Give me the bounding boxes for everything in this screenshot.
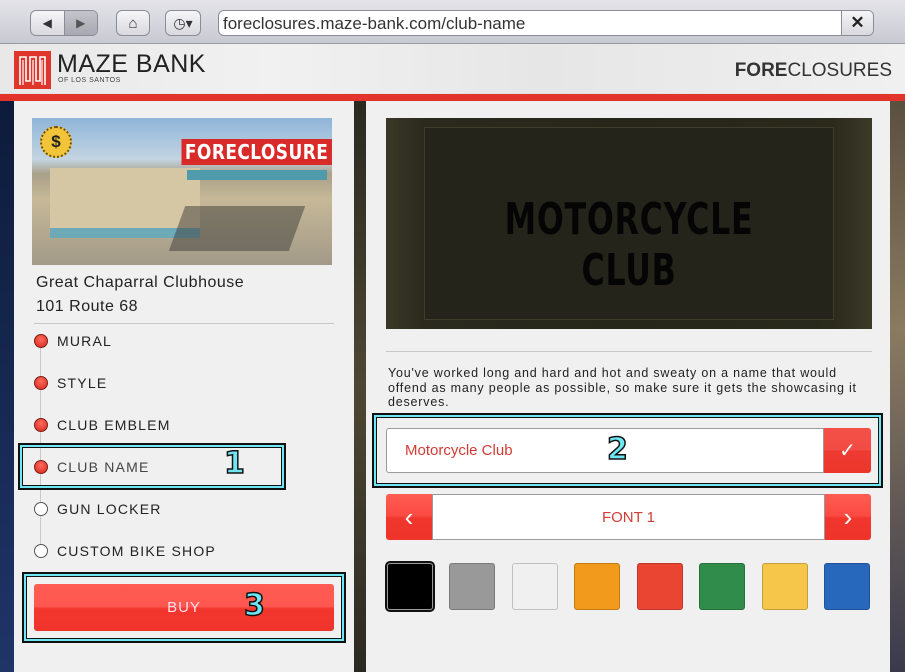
chevron-left-icon: ‹: [404, 501, 414, 532]
annotation-number-3: 3: [243, 587, 265, 624]
step-incomplete-icon: [34, 502, 48, 516]
maze-bank-logo-icon[interactable]: [14, 51, 51, 89]
home-icon: ⌂: [128, 14, 138, 32]
color-swatch-red[interactable]: [637, 563, 683, 610]
dollar-badge-icon: $: [40, 126, 72, 158]
home-button[interactable]: ⌂: [116, 10, 150, 36]
color-swatch-green[interactable]: [699, 563, 745, 610]
nav-buttons: ◀ ▶: [30, 10, 98, 36]
color-swatch-blue[interactable]: [824, 563, 870, 610]
header-accent-bar: [0, 94, 905, 101]
step-gun-locker[interactable]: GUN LOCKER: [34, 496, 162, 522]
annotation-number-1: 1: [223, 445, 245, 482]
chevron-right-icon: ›: [843, 501, 853, 532]
section-title-bold: FORE: [734, 60, 788, 81]
color-swatch-black[interactable]: [385, 561, 435, 612]
photo-canopy: [187, 170, 327, 180]
preview-text: MOTORCYCLE CLUB: [504, 194, 754, 296]
step-custom-bike-shop[interactable]: CUSTOM BIKE SHOP: [34, 538, 216, 564]
color-swatch-gray[interactable]: [449, 563, 495, 610]
step-complete-icon: [34, 376, 48, 390]
annotation-box-1: [18, 443, 286, 490]
color-swatch-white[interactable]: [512, 563, 558, 610]
color-swatches: [385, 561, 872, 612]
font-next-button[interactable]: ›: [825, 494, 871, 540]
step-label: MURAL: [57, 333, 113, 349]
back-arrow-icon: ◀: [42, 16, 52, 30]
foreclosure-stamp: FORECLOSURE: [181, 139, 332, 165]
step-complete-icon: [34, 334, 48, 348]
url-text[interactable]: foreclosures.maze-bank.com/club-name: [223, 14, 525, 34]
step-label: CUSTOM BIKE SHOP: [57, 543, 216, 559]
divider: [386, 351, 872, 352]
annotation-number-2: 2: [606, 431, 628, 468]
back-button[interactable]: ◀: [31, 11, 64, 35]
logo-subtitle: OF LOS SANTOS: [58, 77, 121, 84]
step-mural[interactable]: MURAL: [34, 328, 112, 354]
step-style[interactable]: STYLE: [34, 370, 107, 396]
photo-shadow: [168, 206, 306, 251]
description-text: You've worked long and hard and hot and …: [388, 366, 857, 409]
step-label: CLUB EMBLEM: [57, 417, 171, 433]
forward-arrow-icon: ▶: [76, 16, 86, 30]
step-label: STYLE: [57, 375, 108, 391]
history-button[interactable]: ◷▾: [165, 10, 201, 36]
font-selector-value: FONT 1: [432, 494, 825, 540]
address-bar[interactable]: foreclosures.maze-bank.com/club-name ✕: [218, 10, 874, 36]
property-address: 101 Route 68: [36, 298, 139, 315]
section-title: FORECLOSURES: [735, 60, 892, 82]
club-name-preview: MOTORCYCLE CLUB: [386, 118, 872, 329]
step-complete-icon: [34, 418, 48, 432]
logo-name: MAZE BANK: [57, 50, 206, 78]
background-left: [0, 101, 14, 672]
section-title-rest: CLOSURES: [787, 60, 892, 81]
step-label: GUN LOCKER: [57, 501, 162, 517]
property-name: Great Chaparral Clubhouse: [36, 274, 245, 291]
color-swatch-orange[interactable]: [574, 563, 620, 610]
color-swatch-yellow[interactable]: [762, 563, 808, 610]
browser-toolbar: ◀ ▶ ⌂ ◷▾ foreclosures.maze-bank.com/club…: [0, 0, 905, 44]
background-right: [890, 101, 905, 672]
annotation-box-3: [22, 572, 346, 643]
stop-button[interactable]: ✕: [841, 11, 873, 35]
close-x-icon: ✕: [850, 13, 865, 32]
divider: [34, 323, 334, 324]
step-incomplete-icon: [34, 544, 48, 558]
background-middle: [354, 101, 366, 672]
forward-button[interactable]: ▶: [63, 11, 97, 35]
clock-dropdown-icon: ◷▾: [173, 14, 193, 31]
font-previous-button[interactable]: ‹: [386, 494, 432, 540]
property-photo: $ FORECLOSURE: [32, 118, 332, 265]
step-club-emblem[interactable]: CLUB EMBLEM: [34, 412, 171, 438]
